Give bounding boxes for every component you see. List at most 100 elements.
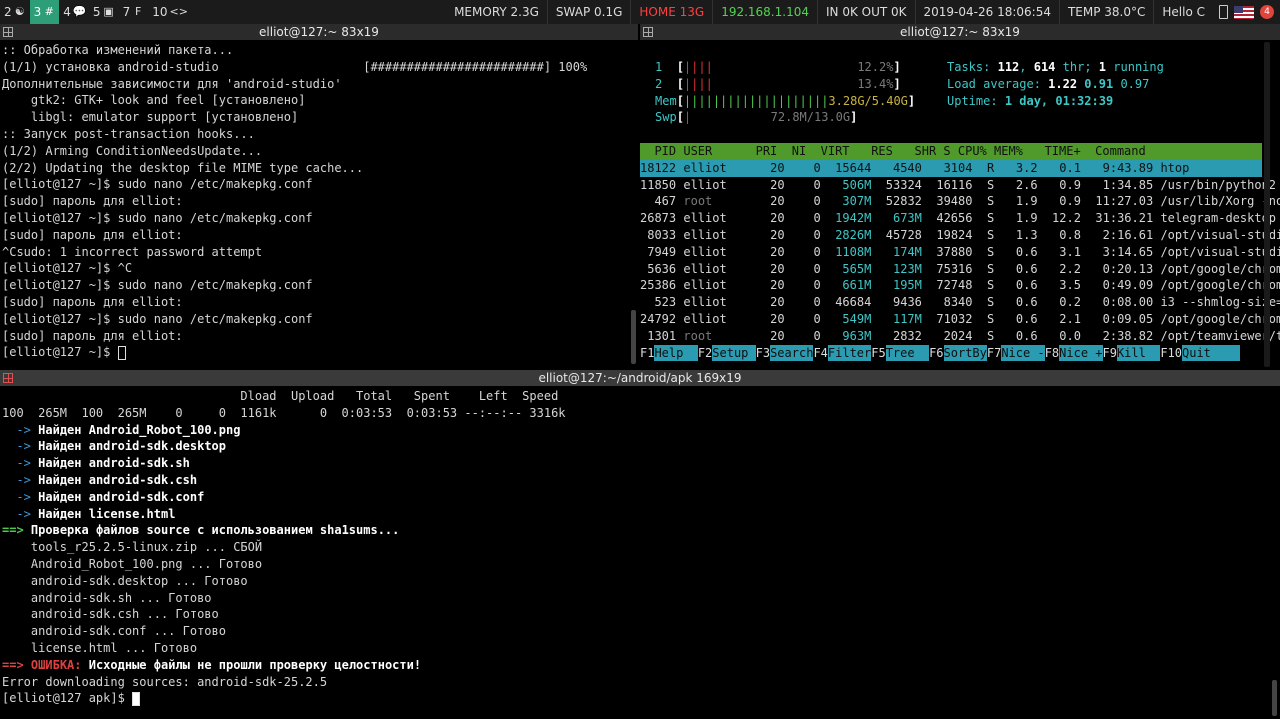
workspace-7[interactable]: 7F — [119, 0, 149, 24]
fkey-f5-key: F5 — [871, 345, 886, 360]
process-cpu: 0.6 — [1015, 295, 1038, 310]
tasks-line: Tasks: 112, 614 thr; 1 running — [947, 60, 1164, 74]
font-icon: F — [135, 5, 142, 18]
process-s: S — [986, 244, 995, 259]
fkey-f7-button[interactable]: Nice - — [1001, 344, 1045, 362]
workspace-10[interactable]: 10 <> — [148, 0, 188, 24]
cpu2-meter: 2 [|||| 13.4%] — [655, 76, 901, 91]
window-layout-icon[interactable] — [643, 27, 653, 37]
terminal-line: [elliot@127 ~]$ sudo nano /etc/makepkg.c… — [2, 311, 313, 326]
process-pid: 523 — [654, 295, 677, 310]
process-virt: 565M — [842, 261, 872, 276]
htop-terminal[interactable]: 1 [|||| 12.2%] 2 [|||| 13.4%] Mem[||||||… — [640, 42, 1280, 367]
arrow-marker: -> — [2, 422, 31, 437]
error-line: ==> ОШИБКА: Исходные файлы не прошли про… — [2, 657, 422, 672]
process-row[interactable]: 523 elliot 20 0 46684 9436 8340 S 0.6 0.… — [640, 294, 1280, 311]
chat-icon: 💬 — [72, 5, 87, 18]
bottom-terminal[interactable]: Dload Upload Total Spent Left Speed 100 … — [0, 388, 1280, 719]
bottom-terminal-titlebar[interactable]: elliot@127:~/android/apk 169x19 — [0, 370, 1280, 386]
process-row[interactable]: 18122 elliot 20 0 15644 4540 3104 R 3.2 … — [640, 159, 1262, 177]
arrow-marker: -> — [2, 439, 31, 454]
window-layout-icon[interactable] — [3, 373, 13, 383]
process-row[interactable]: 24792 elliot 20 0 549M 117M 71032 S 0.6 … — [640, 311, 1280, 328]
process-res: 117M — [892, 311, 922, 326]
scrollbar[interactable] — [1272, 680, 1277, 716]
fkey-f4-button[interactable]: Filter — [827, 344, 872, 362]
process-mem: 12.2 — [1052, 211, 1081, 226]
process-cpu: 1.9 — [1015, 194, 1038, 209]
prompt-line[interactable]: [elliot@127 apk]$ — [2, 690, 1280, 707]
htop-meters: 1 [|||| 12.2%] 2 [|||| 13.4%] Mem[||||||… — [655, 59, 915, 126]
us-flag-icon[interactable] — [1234, 5, 1254, 19]
process-row[interactable]: 26873 elliot 20 0 1942M 673M 42656 S 1.9… — [640, 210, 1276, 227]
process-cmd: /usr/lib/Xorg -nolis — [1160, 194, 1280, 209]
process-shr: 8340 — [943, 295, 973, 310]
process-user: root — [683, 194, 713, 209]
left-terminal-titlebar[interactable]: elliot@127:~ 83x19 — [0, 24, 638, 40]
fkey-f8-button[interactable]: Nice + — [1059, 344, 1103, 362]
prompt-line[interactable]: [elliot@127 ~]$ — [2, 344, 638, 361]
terminal-line: [sudo] пароль для elliot: — [2, 328, 183, 343]
scrollbar[interactable] — [1264, 42, 1270, 367]
notification-badge[interactable]: 4 — [1260, 5, 1274, 19]
process-row[interactable]: 25386 elliot 20 0 661M 195M 72748 S 0.6 … — [640, 277, 1280, 294]
process-row[interactable]: 8033 elliot 20 0 2826M 45728 19824 S 1.3… — [640, 227, 1280, 244]
process-ni: 0 — [813, 211, 821, 226]
terminal-line: [elliot@127 ~]$ ^C — [2, 261, 133, 276]
process-cmd: /opt/teamviewer/tv_b — [1160, 328, 1280, 343]
process-row[interactable]: 1301 root 20 0 963M 2832 2024 S 0.6 0.0 … — [640, 328, 1280, 345]
fkey-f2-button[interactable]: Setup — [712, 344, 756, 362]
process-s: S — [986, 177, 995, 192]
arrow-marker: -> — [2, 506, 31, 521]
process-ni: 0 — [813, 261, 821, 276]
workspace-2[interactable]: 2 ☯ — [0, 0, 30, 24]
fkey-f10-button[interactable]: Quit — [1182, 344, 1240, 362]
fkey-f6-button[interactable]: SortBy — [943, 344, 987, 362]
process-res: 2832 — [892, 328, 922, 343]
process-s: R — [986, 160, 995, 175]
htop-titlebar[interactable]: elliot@127:~ 83x19 — [640, 24, 1280, 40]
htop-summary: Tasks: 112, 614 thr; 1 running Load aver… — [947, 59, 1164, 109]
curl-progress: 100 265M 100 265M 0 0 1161k 0 0:03:53 0:… — [2, 405, 566, 420]
workspace-5[interactable]: 5 ▣ — [89, 0, 119, 24]
scrollbar[interactable] — [631, 310, 636, 364]
process-pid: 7949 — [647, 244, 677, 259]
fkey-f9-button[interactable]: Kill — [1116, 344, 1161, 362]
terminal-line: [sudo] пароль для elliot: — [2, 294, 183, 309]
phone-icon[interactable] — [1219, 5, 1228, 19]
error-label: ОШИБКА: — [30, 657, 82, 672]
found-label: Найден — [38, 472, 82, 487]
fkey-f1-button[interactable]: Help — [654, 344, 698, 362]
memory-status: MEMORY 2.3G — [454, 5, 539, 19]
terminal-line: [elliot@127 ~]$ sudo nano /etc/makepkg.c… — [2, 278, 313, 293]
shell-prompt: [elliot@127 ~]$ — [2, 345, 118, 360]
process-row[interactable]: 11850 elliot 20 0 506M 53324 16116 S 2.6… — [640, 177, 1276, 194]
left-terminal[interactable]: :: Обработка изменений пакета... (1/1) ус… — [0, 42, 638, 367]
process-table-header[interactable]: PID USER PRI NI VIRT RES SHR S CPU% MEM%… — [640, 143, 1262, 160]
process-ni: 0 — [813, 328, 821, 343]
window-layout-icon[interactable] — [3, 27, 13, 37]
process-pri: 20 — [770, 261, 785, 276]
process-user: elliot — [683, 295, 727, 310]
process-virt: 46684 — [835, 295, 872, 310]
workspace-3[interactable]: 3 # — [29, 0, 60, 24]
process-pid: 25386 — [640, 278, 677, 293]
found-filename: Android_Robot_100.png — [88, 422, 241, 437]
process-row[interactable]: 467 root 20 0 307M 52832 39480 S 1.9 0.9… — [640, 193, 1280, 210]
terminal-line: (1/1) установка android-studio [########… — [2, 59, 588, 74]
process-row[interactable]: 5636 elliot 20 0 565M 123M 75316 S 0.6 2… — [640, 261, 1280, 278]
checksum-line: android-sdk.sh ... Готово — [2, 590, 212, 605]
process-row[interactable]: 7949 elliot 20 0 1108M 174M 37880 S 0.6 … — [640, 244, 1280, 261]
fkey-f5-button[interactable]: Tree — [885, 344, 930, 362]
fkey-f3-button[interactable]: Search — [770, 344, 814, 362]
code-icon: <> — [169, 5, 188, 18]
process-shr: 19824 — [936, 227, 973, 242]
workspace-4[interactable]: 4 💬 — [59, 0, 89, 24]
process-virt: 661M — [842, 278, 872, 293]
found-file-line: -> Найден license.html — [2, 506, 1280, 523]
process-virt: 2826M — [835, 227, 872, 242]
arrow-marker: -> — [2, 472, 31, 487]
greeting-status: Hello C — [1153, 0, 1213, 24]
process-s: S — [986, 211, 995, 226]
download-error-line: Error downloading sources: android-sdk-2… — [2, 674, 328, 689]
